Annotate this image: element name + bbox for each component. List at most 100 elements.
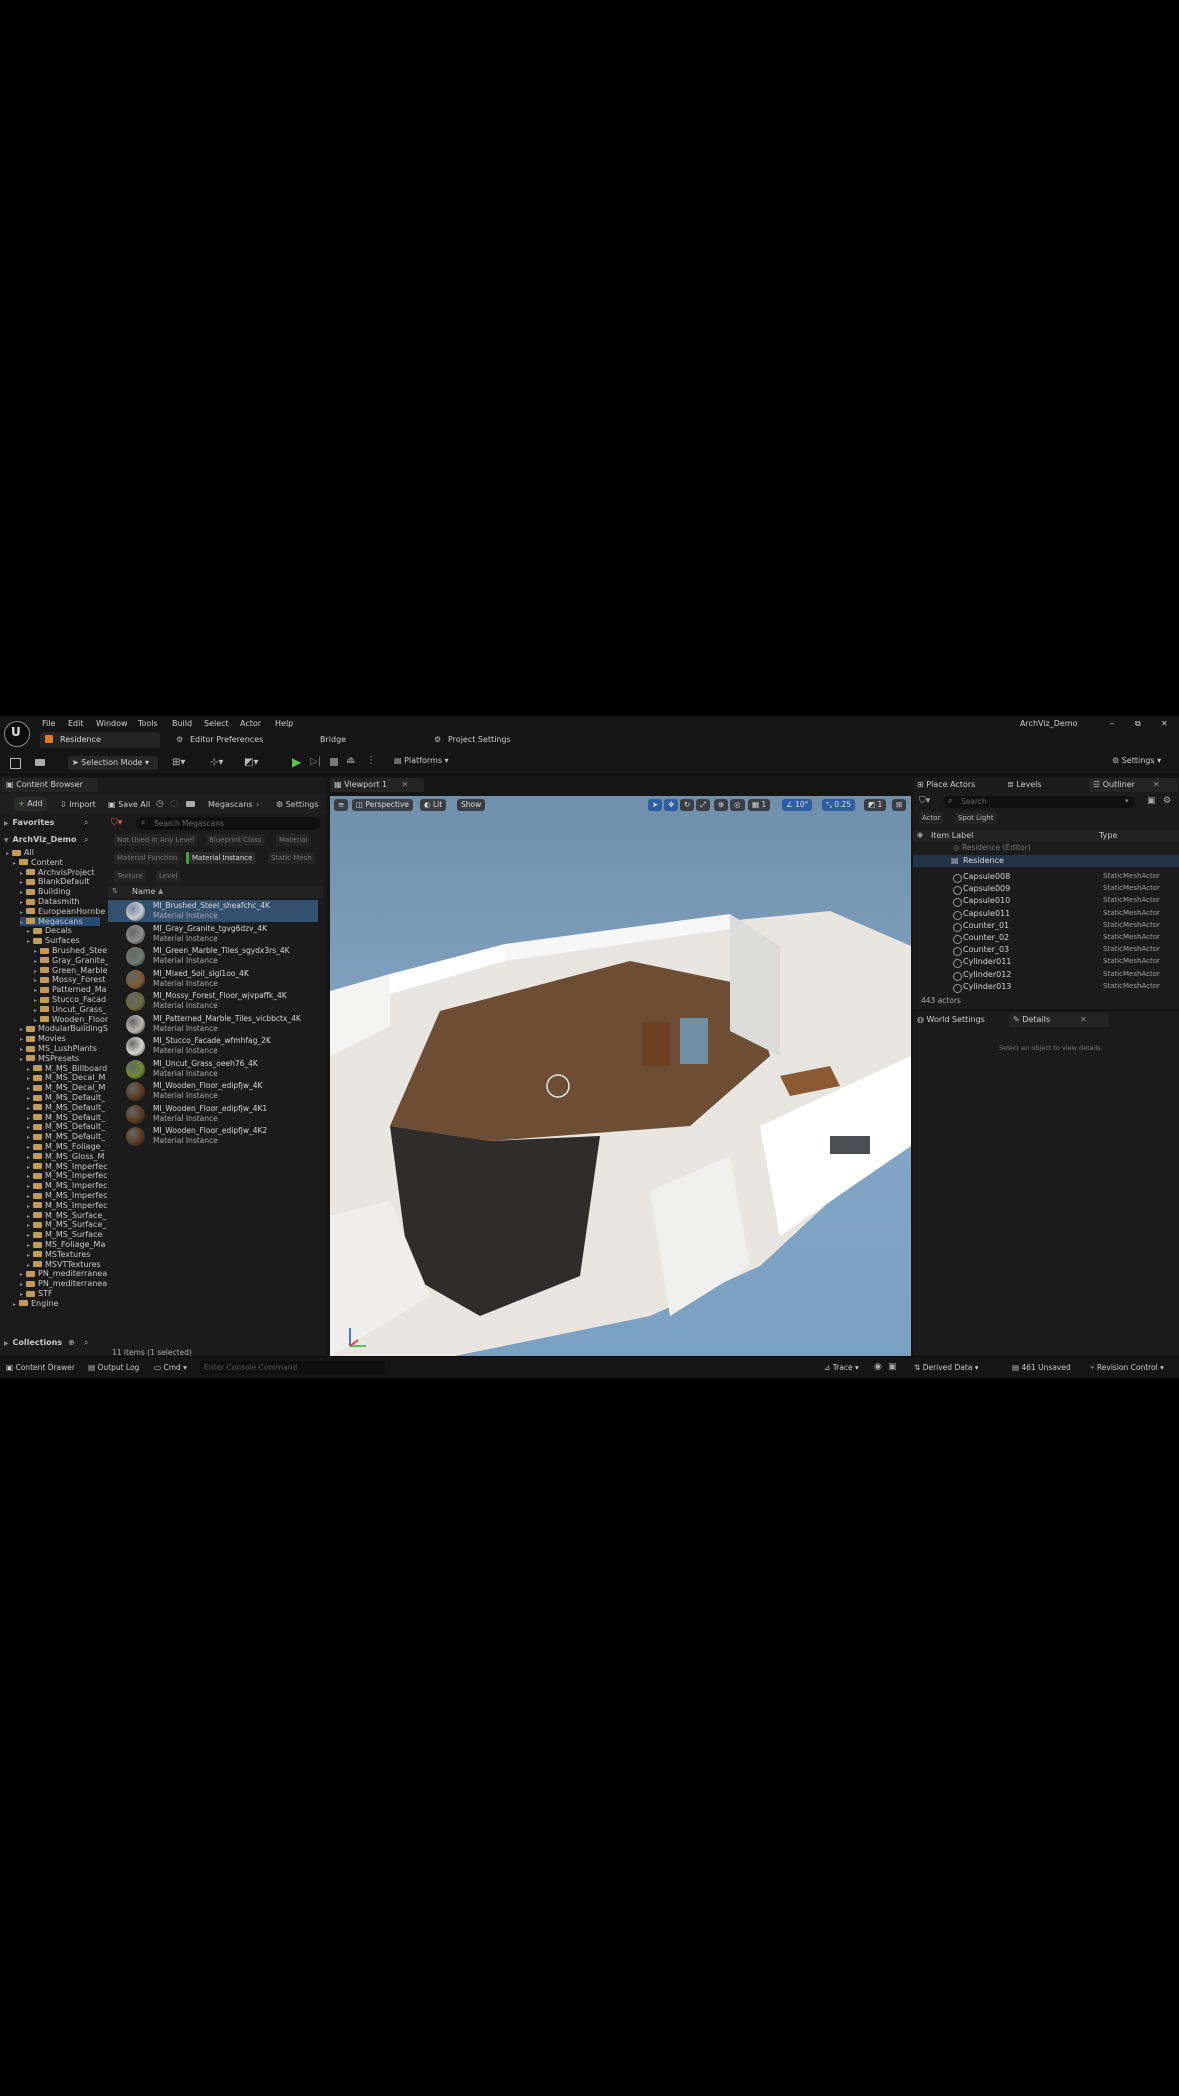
folder-tree-item[interactable]: ▸ MSVTTextures [27, 1260, 101, 1269]
breadcrumb-megascans[interactable]: Megascans [208, 800, 253, 809]
tab-editor-preferences[interactable]: ⚙ Editor Preferences [176, 732, 316, 748]
folder-icon[interactable] [35, 759, 45, 766]
tab-residence[interactable]: Residence [40, 732, 160, 748]
filter-icon[interactable]: ⛉▾ [111, 818, 122, 828]
folder-tree-item[interactable]: ▸ MS_Foliage_Ma [27, 1240, 105, 1249]
folder-icon[interactable] [186, 801, 195, 807]
asset-row[interactable]: MI_Mixed_Soil_slgl1oo_4K Material Instanc… [108, 968, 318, 990]
cinematics-icon[interactable]: ◩▾ [244, 757, 258, 768]
folder-tree-item[interactable]: ▸ M_MS_Decal_M [27, 1073, 105, 1082]
outliner-row[interactable]: Capsule011 StaticMeshActor [913, 909, 1173, 921]
tab-bridge[interactable]: Bridge [320, 732, 420, 748]
blueprint-icon[interactable]: ⊹▾ [210, 757, 223, 768]
perspective-dropdown[interactable]: ◫ Perspective [352, 799, 413, 811]
outliner-search-input[interactable]: ⌕ Search ▾ [943, 796, 1135, 808]
column-type[interactable]: Type [1099, 831, 1117, 840]
close-icon[interactable]: ✕ [1153, 780, 1160, 789]
maximize-viewport-icon[interactable]: ⊞ [892, 799, 907, 811]
search-megascans-input[interactable]: ⌕ Search Megascans [136, 817, 320, 830]
add-collection-icon[interactable]: ⊕ [68, 1338, 75, 1347]
folder-tree-item[interactable]: ▸ Uncut_Grass_ [34, 1005, 106, 1014]
import-button[interactable]: ⇩ Import [60, 800, 96, 809]
add-button[interactable]: + Add [14, 797, 47, 811]
scale-snap-button[interactable]: ⤡ 0.25 [822, 799, 856, 811]
selection-mode-dropdown[interactable]: ➤ Selection Mode ▾ [68, 756, 158, 770]
folder-tree-item[interactable]: ▸ PN_mediterranea [20, 1279, 107, 1288]
screenshot-icon[interactable]: ▣ [888, 1362, 897, 1372]
asset-row[interactable]: MI_Stucco_Facade_wfmhfag_2K Material Inst… [108, 1035, 318, 1057]
unsaved-button[interactable]: ▤ 461 Unsaved [1012, 1363, 1071, 1372]
asset-row[interactable]: MI_Wooden_Floor_edipfjw_4K1 Material Inst… [108, 1103, 318, 1125]
folder-tree-item[interactable]: ▸ Mossy_Forest [34, 975, 105, 984]
outliner-row[interactable]: Capsule008 StaticMeshActor [913, 872, 1173, 884]
asset-row[interactable]: MI_Mossy_Forest_Floor_wjvpaffk_4K Materia… [108, 990, 318, 1012]
world-row[interactable]: ◎ Residence (Editor) [953, 843, 1031, 852]
folder-tree-item[interactable]: ▸ M_MS_Default_ [27, 1103, 105, 1112]
folder-tree-item[interactable]: ▸ BlankDefault [20, 877, 90, 886]
cmd-dropdown[interactable]: ▭ Cmd ▾ [154, 1363, 187, 1372]
platforms-dropdown[interactable]: ▤ Platforms ▾ [394, 756, 454, 770]
gear-icon[interactable]: ⚙ [1163, 796, 1171, 806]
outliner-row[interactable]: Counter_02 StaticMeshActor [913, 933, 1173, 945]
play-icon[interactable]: ▶ [292, 755, 301, 769]
output-log-button[interactable]: ▤ Output Log [88, 1363, 139, 1372]
favorites-header[interactable]: ▶ Favorites ⌕ [4, 818, 100, 830]
folder-tree-item[interactable]: ▸ MSTextures [27, 1250, 90, 1259]
chevron-right-icon[interactable]: › [256, 800, 259, 809]
translate-icon[interactable]: ✥ [664, 799, 679, 811]
column-item-label[interactable]: Item Label [931, 831, 973, 840]
close-icon[interactable]: ✕ [402, 780, 409, 789]
folder-tree-item[interactable]: ▸ Content [13, 858, 63, 867]
history-forward-icon[interactable]: ◌ [170, 799, 178, 809]
menu-file[interactable]: File [42, 719, 55, 728]
lit-dropdown[interactable]: ◐ Lit [420, 799, 447, 811]
content-settings-button[interactable]: ⚙ Settings [276, 800, 319, 809]
eye-icon[interactable]: ◉ [917, 831, 923, 839]
folder-tree-item[interactable]: ▸ Decals [27, 926, 72, 935]
outliner-row[interactable]: Counter_03 StaticMeshActor [913, 945, 1173, 957]
content-drawer-button[interactable]: ▣ Content Drawer [6, 1363, 75, 1372]
menu-actor[interactable]: Actor [240, 719, 261, 728]
asset-row[interactable]: MI_Gray_Granite_tgvg6dzv_4K Material Inst… [108, 923, 318, 945]
history-back-icon[interactable]: ◷ [156, 799, 164, 809]
folder-tree-item[interactable]: ▸ M_MS_Imperfec [27, 1162, 107, 1171]
outliner-row[interactable]: Cylinder011 StaticMeshActor [913, 957, 1173, 969]
outliner-row[interactable]: Capsule010 StaticMeshActor [913, 896, 1173, 908]
folder-tree-item[interactable]: ▸ Green_Marble [34, 966, 108, 975]
step-icon[interactable]: ▷| [310, 756, 321, 767]
derived-data-dropdown[interactable]: ⇅ Derived Data ▾ [914, 1363, 979, 1372]
camera-speed-button[interactable]: ◩ 1 [864, 799, 887, 811]
folder-tree-item[interactable]: ▸ M_MS_Default_ [27, 1113, 105, 1122]
save-icon[interactable] [10, 758, 21, 769]
outliner-filter-spot-light[interactable]: Spot Light [955, 812, 997, 824]
folder-tree-item[interactable]: ▸ EuropeanHornbe [20, 907, 105, 916]
asset-row[interactable]: MI_Uncut_Grass_oeeh76_4K Material Instanc… [108, 1058, 318, 1080]
revision-control-dropdown[interactable]: ⑂ Revision Control ▾ [1090, 1363, 1164, 1372]
menu-build[interactable]: Build [172, 719, 192, 728]
folder-tree-item[interactable]: ▸ Brushed_Stee [34, 946, 107, 955]
filter-static-mesh[interactable]: Static Mesh [268, 852, 315, 864]
outliner-filter-actor[interactable]: Actor [919, 812, 944, 824]
folder-tree-item[interactable]: ▸ M_MS_Surface_ [27, 1220, 106, 1229]
view-options-icon[interactable]: ⇅ [112, 887, 118, 895]
world-space-icon[interactable]: ⊕ [714, 799, 729, 811]
outliner-row[interactable]: Cylinder012 StaticMeshActor [913, 970, 1173, 982]
search-icon[interactable]: ⌕ [84, 818, 88, 828]
folder-tree-item[interactable]: ▸ STF [20, 1289, 53, 1298]
menu-tools[interactable]: Tools [138, 719, 158, 728]
level-row[interactable]: ▤ Residence [913, 855, 1179, 867]
filter-material-instance[interactable]: Material Instance [186, 852, 256, 864]
asset-column-header[interactable]: ⇅ Name ▲ [108, 886, 323, 898]
folder-tree-item[interactable]: ▸ M_MS_Default_ [27, 1122, 105, 1131]
folder-tree-item[interactable]: ▸ Wooden_Floor [34, 1015, 108, 1024]
asset-row[interactable]: MI_Green_Marble_Tiles_sgydx3rs_4K Materia… [108, 945, 318, 967]
menu-window[interactable]: Window [96, 719, 128, 728]
settings-dropdown[interactable]: ⚙ Settings ▾ [1112, 756, 1174, 770]
folder-tree-item[interactable]: ▸ Patterned_Ma [34, 985, 107, 994]
folder-tree-item[interactable]: ▸ M_MS_Default_ [27, 1093, 105, 1102]
tab-content-browser[interactable]: ▣ Content Browser ✕ [2, 778, 98, 803]
tab-place-actors[interactable]: ⊞ Place Actors [913, 778, 1001, 792]
viewport-menu-icon[interactable]: ≡ [334, 799, 349, 811]
outliner-row[interactable]: Cylinder013 StaticMeshActor [913, 982, 1173, 994]
tab-details[interactable]: ✎ Details ✕ [1009, 1013, 1109, 1027]
